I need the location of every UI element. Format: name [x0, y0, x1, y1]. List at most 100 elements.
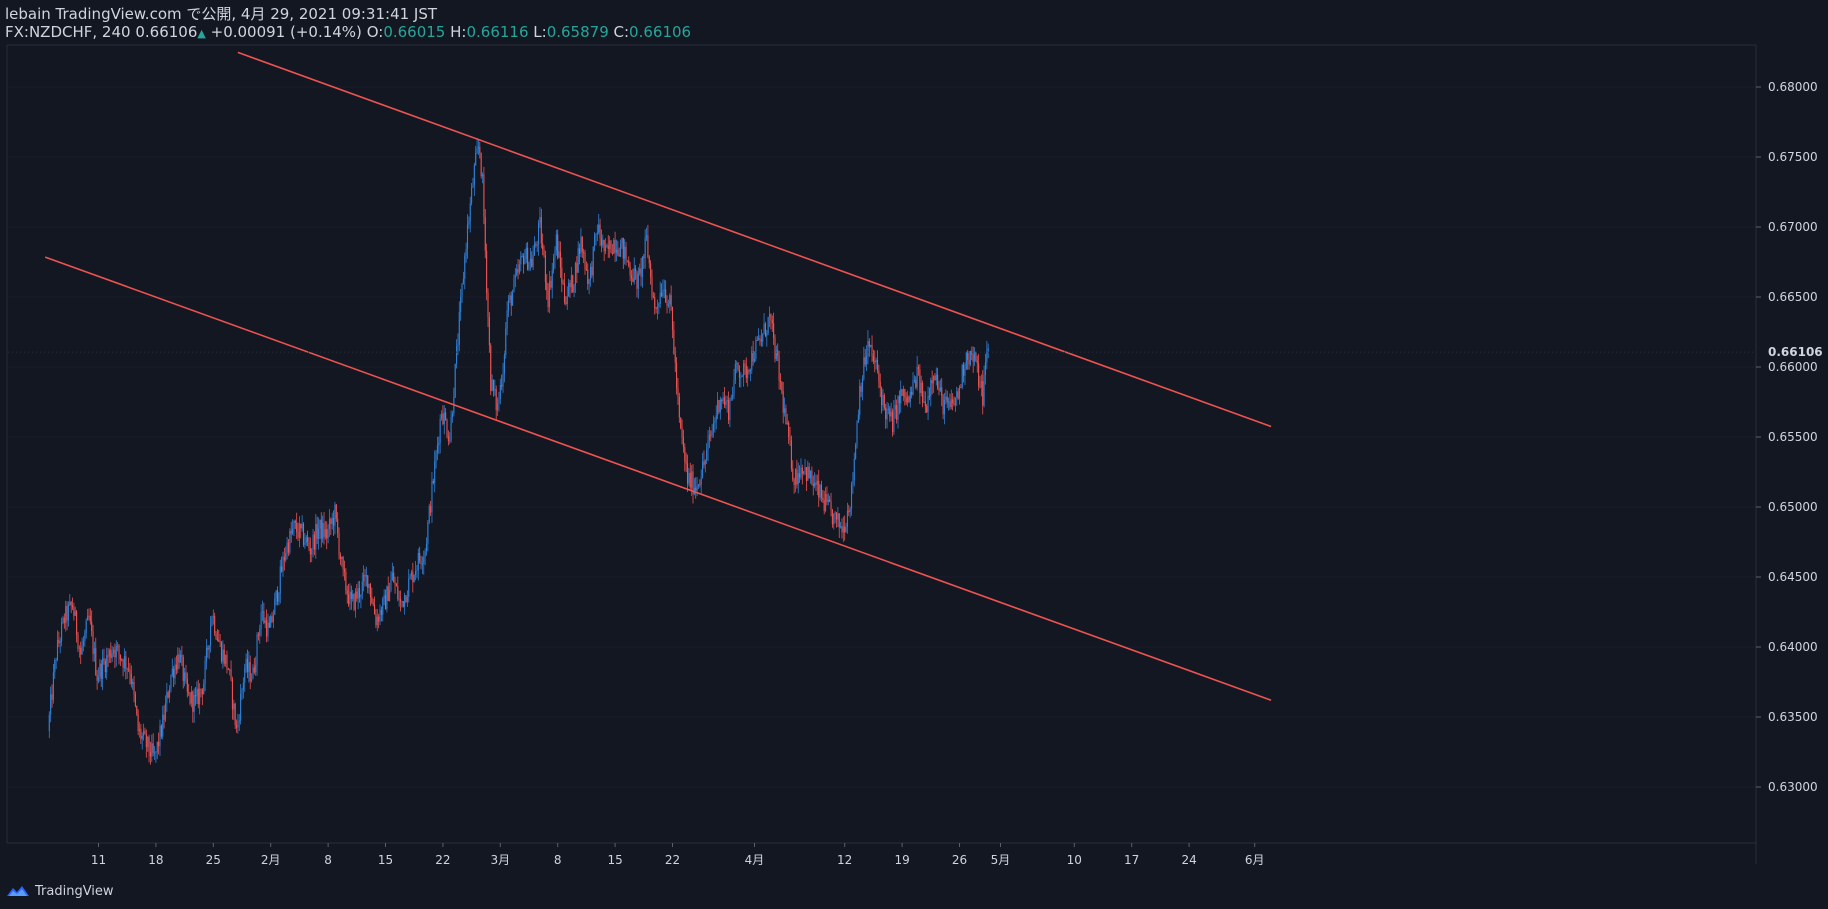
- candle-body: [859, 386, 861, 415]
- candle-body: [957, 391, 959, 399]
- publish-info: lebain TradingView.com で公開, 4月 29, 2021 …: [5, 5, 438, 23]
- candle-body: [298, 523, 300, 538]
- candle-body: [741, 375, 743, 378]
- time-tick-label: 3月: [490, 853, 510, 867]
- price-chart[interactable]: 0.68000 0.67500 0.67000 0.66500 0.66000 0.655…: [0, 0, 1828, 909]
- candle-body: [130, 673, 132, 685]
- candle-body: [307, 537, 309, 542]
- candle-body: [173, 668, 175, 679]
- candle-body: [506, 310, 508, 329]
- candle-body: [594, 235, 596, 247]
- candle-body: [231, 679, 233, 710]
- candle-body: [801, 467, 803, 474]
- candle-body: [475, 152, 477, 166]
- candle-body: [486, 250, 488, 293]
- candle-body: [305, 537, 307, 544]
- candle-body: [706, 449, 708, 461]
- candle-body: [61, 622, 63, 642]
- candle-body: [651, 277, 653, 297]
- candle-body: [369, 584, 372, 598]
- candle-body: [267, 622, 269, 637]
- chart-header: lebain TradingView.com で公開, 4月 29, 2021 …: [5, 5, 691, 41]
- candle-body: [753, 358, 756, 362]
- candle-body: [677, 387, 679, 397]
- candle-body: [402, 601, 404, 607]
- candle-body: [483, 174, 485, 218]
- candle-body: [408, 578, 410, 597]
- candle-body: [379, 609, 381, 622]
- candle-body: [413, 575, 415, 583]
- candle-body: [494, 389, 496, 391]
- candle-body: [440, 413, 443, 419]
- price-tick-label: 0.68000: [1768, 80, 1818, 94]
- candle-body: [160, 725, 162, 737]
- candle-body: [622, 238, 624, 259]
- candle-body: [711, 431, 713, 436]
- candle-body: [721, 399, 723, 402]
- candle-body: [435, 452, 437, 462]
- candle-body: [96, 674, 98, 681]
- candle-body: [898, 396, 900, 404]
- candle-body: [149, 752, 151, 757]
- candle-body: [65, 606, 67, 624]
- candle-body: [935, 374, 937, 381]
- candle-body: [781, 382, 783, 392]
- candle-body: [92, 631, 94, 654]
- candle-body: [346, 590, 348, 595]
- candle-body: [871, 344, 873, 356]
- candle-body: [621, 238, 623, 244]
- candle-body: [331, 517, 333, 525]
- candle-body: [954, 397, 956, 405]
- candle-body: [563, 283, 566, 302]
- candle-body: [274, 598, 276, 615]
- candle-body: [584, 252, 586, 270]
- candle-body: [368, 584, 370, 588]
- candle-body: [275, 590, 277, 599]
- footer-brand[interactable]: TradingView: [6, 880, 114, 902]
- candle-body: [613, 239, 615, 254]
- candle-body: [760, 339, 762, 342]
- chart-background: [0, 0, 1828, 909]
- candle-body: [417, 552, 419, 570]
- symbol-interval[interactable]: FX:NZDCHF, 240: [5, 23, 131, 41]
- candle-body: [941, 387, 943, 396]
- candle-body: [129, 669, 131, 674]
- candle-body: [218, 640, 220, 642]
- candle-body: [424, 551, 426, 557]
- candle-body: [799, 473, 801, 478]
- candle-body: [759, 338, 761, 340]
- candle-body: [559, 251, 561, 268]
- candle-body: [686, 463, 689, 484]
- candle-body: [222, 649, 224, 662]
- candle-body: [722, 397, 724, 402]
- candle-body: [294, 521, 296, 523]
- candle-body: [907, 396, 909, 403]
- candle-body: [827, 499, 829, 503]
- candle-body: [557, 234, 559, 258]
- candle-body: [712, 422, 715, 432]
- brand-name: TradingView: [35, 883, 114, 899]
- candle-body: [912, 380, 914, 395]
- candle-body: [117, 645, 119, 647]
- candle-body: [286, 542, 288, 554]
- candle-body: [938, 388, 940, 391]
- candle-body: [393, 572, 395, 583]
- candle-body: [965, 352, 967, 369]
- candle-body: [882, 395, 884, 406]
- candle-body: [276, 590, 279, 602]
- candle-body: [823, 499, 825, 511]
- time-tick-label: 2月: [261, 853, 281, 867]
- candle-body: [574, 263, 577, 286]
- candle-body: [764, 323, 766, 336]
- candle-body: [617, 249, 619, 255]
- candle-body: [878, 370, 880, 382]
- candle-body: [513, 278, 515, 293]
- candle-body: [681, 427, 683, 438]
- candle-body: [632, 278, 634, 282]
- candle-body: [502, 373, 504, 387]
- candle-body: [566, 296, 568, 305]
- candle-body: [383, 595, 385, 599]
- candle-body: [689, 472, 691, 488]
- candle-body: [920, 382, 922, 394]
- candle-body: [758, 338, 760, 341]
